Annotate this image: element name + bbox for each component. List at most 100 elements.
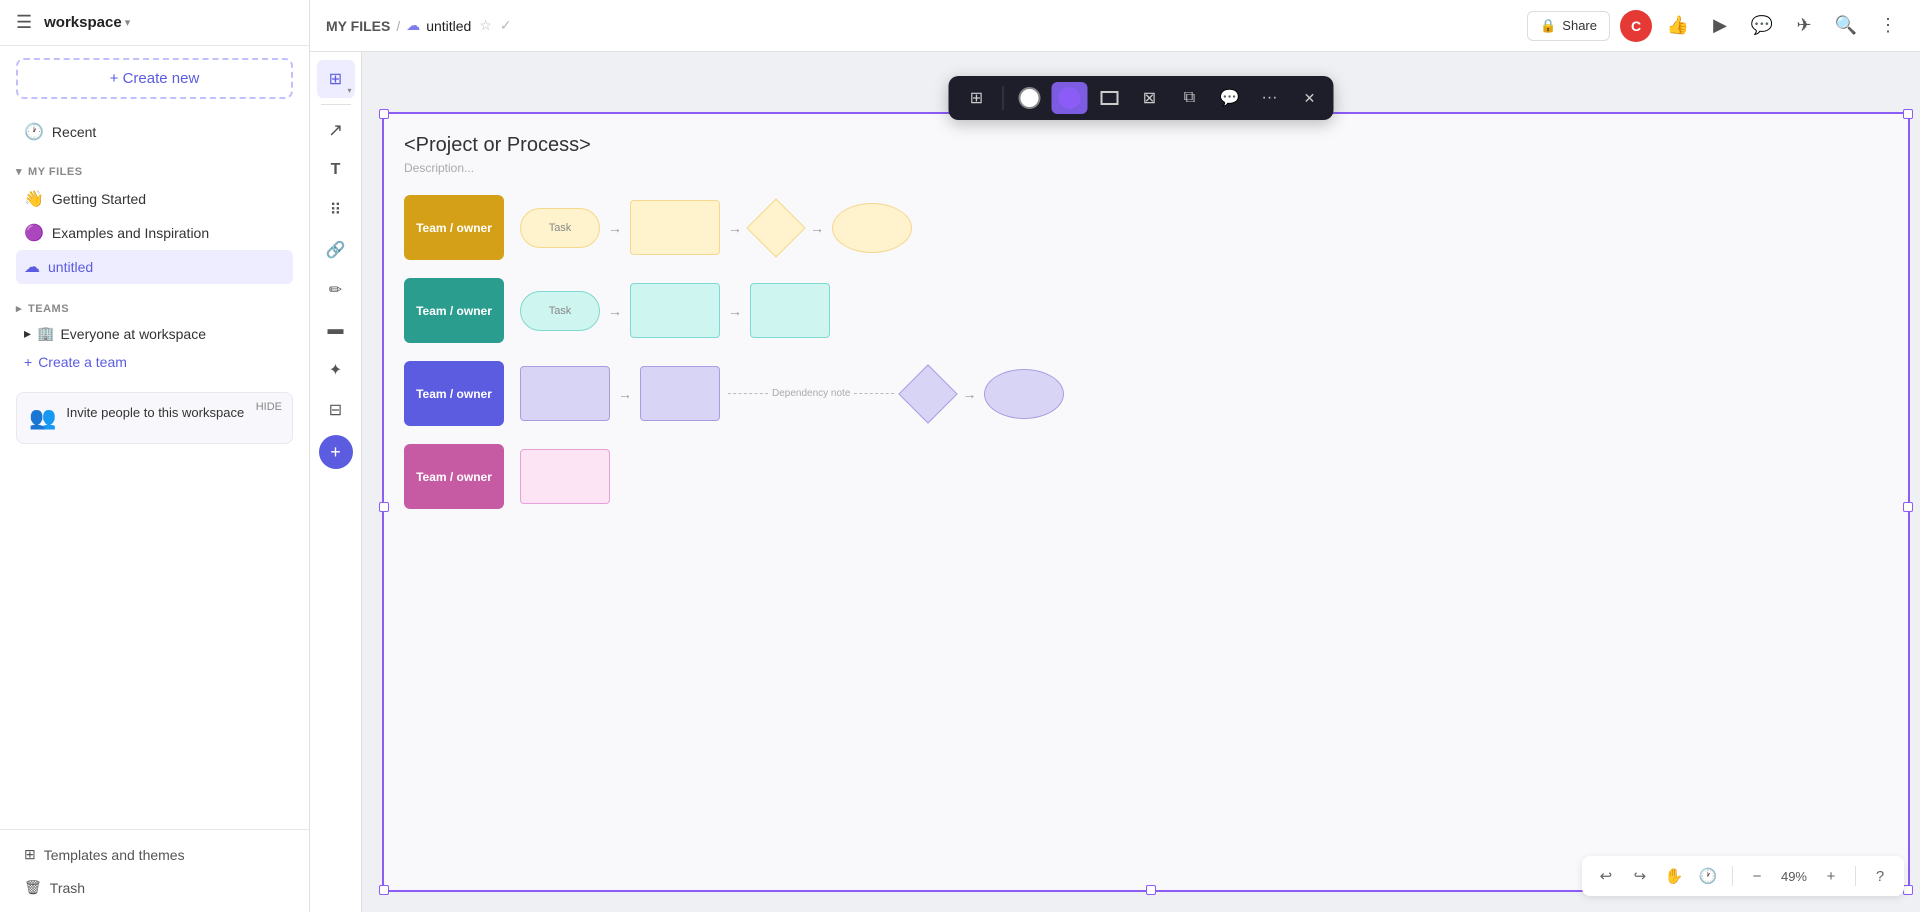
- create-new-button[interactable]: + Create new: [16, 58, 293, 99]
- ft-more-button[interactable]: ···: [1252, 82, 1288, 114]
- thumbs-up-button[interactable]: 👍: [1662, 10, 1694, 42]
- sidebar-item-getting-started[interactable]: 👋 Getting Started: [16, 182, 293, 216]
- arrow-6: →: [618, 386, 632, 402]
- arrow-7: →: [962, 386, 976, 402]
- check-icon[interactable]: ✓: [500, 17, 512, 34]
- template-icon: ⊞: [24, 846, 36, 863]
- sidebar-item-recent[interactable]: 🕐 Recent: [16, 115, 293, 149]
- ft-divider: [1003, 86, 1004, 110]
- lock-icon: 🔒: [1540, 18, 1556, 34]
- tool-divider: [321, 104, 351, 105]
- grid-tool-button[interactable]: ⠿: [317, 191, 355, 229]
- hamburger-icon[interactable]: ☰: [16, 12, 32, 33]
- resize-handle-tl[interactable]: [379, 109, 389, 119]
- frame-icon: ⊞: [329, 69, 342, 89]
- ft-rect-button[interactable]: [1092, 82, 1128, 114]
- help-button[interactable]: ?: [1866, 862, 1894, 890]
- search-button[interactable]: 🔍: [1830, 10, 1862, 42]
- zoom-level[interactable]: 49%: [1777, 869, 1811, 884]
- resize-handle-ml[interactable]: [379, 502, 389, 512]
- swimlane-box-purple: Team / owner: [404, 361, 504, 426]
- table-tool-button[interactable]: ▬: [317, 311, 355, 349]
- resize-handle-mr[interactable]: [1903, 502, 1913, 512]
- redo-button[interactable]: ↪: [1626, 862, 1654, 890]
- rect-shape-6: [520, 449, 610, 504]
- dep-dash: [728, 393, 768, 394]
- user-avatar[interactable]: C: [1620, 10, 1652, 42]
- more-options-button[interactable]: ⋮: [1872, 10, 1904, 42]
- sidebar-item-trash[interactable]: 🗑 Trash: [16, 871, 293, 904]
- my-files-label: ▾ MY FILES: [16, 157, 293, 182]
- topbar: MY FILES / ☁ untitled ☆ ✓ 🔒 Share C 👍 ▶ …: [310, 0, 1920, 52]
- sidebar-bottom: ⊞ Templates and themes 🗑 Trash: [0, 829, 309, 912]
- hand-tool-button[interactable]: ✋: [1660, 862, 1688, 890]
- sections-icon: ⊟: [329, 400, 342, 420]
- create-team-button[interactable]: + Create a team: [16, 348, 293, 376]
- present-button[interactable]: ▶: [1704, 10, 1736, 42]
- frame-tool-button[interactable]: ⊞ ▾: [317, 60, 355, 98]
- resize-handle-bl[interactable]: [379, 885, 389, 895]
- pen-tool-button[interactable]: ✏: [317, 271, 355, 309]
- link-tool-button[interactable]: 🔗: [317, 231, 355, 269]
- rect-shape-5: [640, 366, 720, 421]
- comments-button[interactable]: 💬: [1746, 10, 1778, 42]
- sidebar-item-templates[interactable]: ⊞ Templates and themes: [16, 838, 293, 871]
- dependency-line: Dependency note: [728, 388, 894, 399]
- ft-chat-button[interactable]: 💬: [1212, 82, 1248, 114]
- sections-tool-button[interactable]: ⊟: [317, 391, 355, 429]
- swimlane-label-2: Team / owner: [416, 304, 492, 318]
- zoom-out-button[interactable]: −: [1743, 862, 1771, 890]
- zoom-out-icon: −: [1753, 868, 1762, 885]
- task-shape-2: Task: [520, 291, 600, 331]
- zoom-in-button[interactable]: +: [1817, 862, 1845, 890]
- sidebar-item-examples[interactable]: 🟣 Examples and Inspiration: [16, 216, 293, 250]
- breadcrumb-my-files[interactable]: MY FILES: [326, 18, 390, 34]
- ft-purple-color-button[interactable]: [1052, 82, 1088, 114]
- breadcrumb-title: untitled: [426, 18, 471, 34]
- ft-circle-button[interactable]: [1012, 82, 1048, 114]
- table-icon: ▬: [328, 321, 344, 339]
- canvas[interactable]: ⊞ ⊠ ⧉ 💬: [362, 52, 1920, 912]
- ft-white-color-dot[interactable]: [1019, 87, 1041, 109]
- close-icon: ✕: [1304, 90, 1316, 107]
- ft-grid-button[interactable]: ⊞: [959, 82, 995, 114]
- link-icon: 🔗: [326, 240, 346, 260]
- diamond-container-1: [750, 202, 802, 254]
- sparkle-tool-button[interactable]: ✦: [317, 351, 355, 389]
- history-button[interactable]: 🕐: [1694, 862, 1722, 890]
- redo-icon: ↪: [1634, 867, 1647, 885]
- text-tool-button[interactable]: T: [317, 151, 355, 189]
- cursor-icon: ↗: [328, 120, 343, 141]
- workspace-name[interactable]: workspace: [44, 14, 122, 31]
- undo-button[interactable]: ↩: [1592, 862, 1620, 890]
- flow-area-1: Task → → →: [520, 200, 1888, 255]
- diamond-shape-1: [746, 198, 805, 257]
- invite-avatar-icon: 👥: [29, 405, 56, 431]
- ft-copy-button[interactable]: ⧉: [1172, 82, 1208, 114]
- sidebar-item-everyone-workspace[interactable]: ▸ 🏢 Everyone at workspace: [16, 319, 293, 348]
- ft-close-button[interactable]: ✕: [1296, 84, 1324, 112]
- cursor-tool-button[interactable]: ↗: [317, 111, 355, 149]
- ft-purple-color-dot[interactable]: [1059, 87, 1081, 109]
- share-label: Share: [1562, 18, 1597, 33]
- hide-button[interactable]: HIDE: [256, 401, 282, 413]
- resize-handle-tr[interactable]: [1903, 109, 1913, 119]
- resize-handle-bm[interactable]: [1146, 885, 1156, 895]
- share-send-button[interactable]: ✈: [1788, 10, 1820, 42]
- zoom-in-icon: +: [1827, 868, 1836, 885]
- diamond-shape-2: [899, 364, 958, 423]
- add-tool-button[interactable]: +: [319, 435, 353, 469]
- ft-crossed-button[interactable]: ⊠: [1132, 82, 1168, 114]
- ft-grid-icon: ⊞: [970, 88, 983, 108]
- main-area: MY FILES / ☁ untitled ☆ ✓ 🔒 Share C 👍 ▶ …: [310, 0, 1920, 912]
- bottom-bar: ↩ ↪ ✋ 🕐 − 49% +: [1582, 856, 1904, 896]
- hand-icon: ✋: [1665, 867, 1684, 885]
- star-icon[interactable]: ☆: [479, 17, 492, 34]
- dependency-label: Dependency note: [772, 388, 850, 399]
- arrow-3: →: [810, 220, 824, 236]
- share-button[interactable]: 🔒 Share: [1527, 11, 1610, 41]
- resize-handle-br[interactable]: [1903, 885, 1913, 895]
- ft-chat-icon: 💬: [1220, 88, 1240, 108]
- chevron-down-icon: ▾: [16, 165, 22, 178]
- sidebar-item-untitled[interactable]: ☁ untitled: [16, 250, 293, 284]
